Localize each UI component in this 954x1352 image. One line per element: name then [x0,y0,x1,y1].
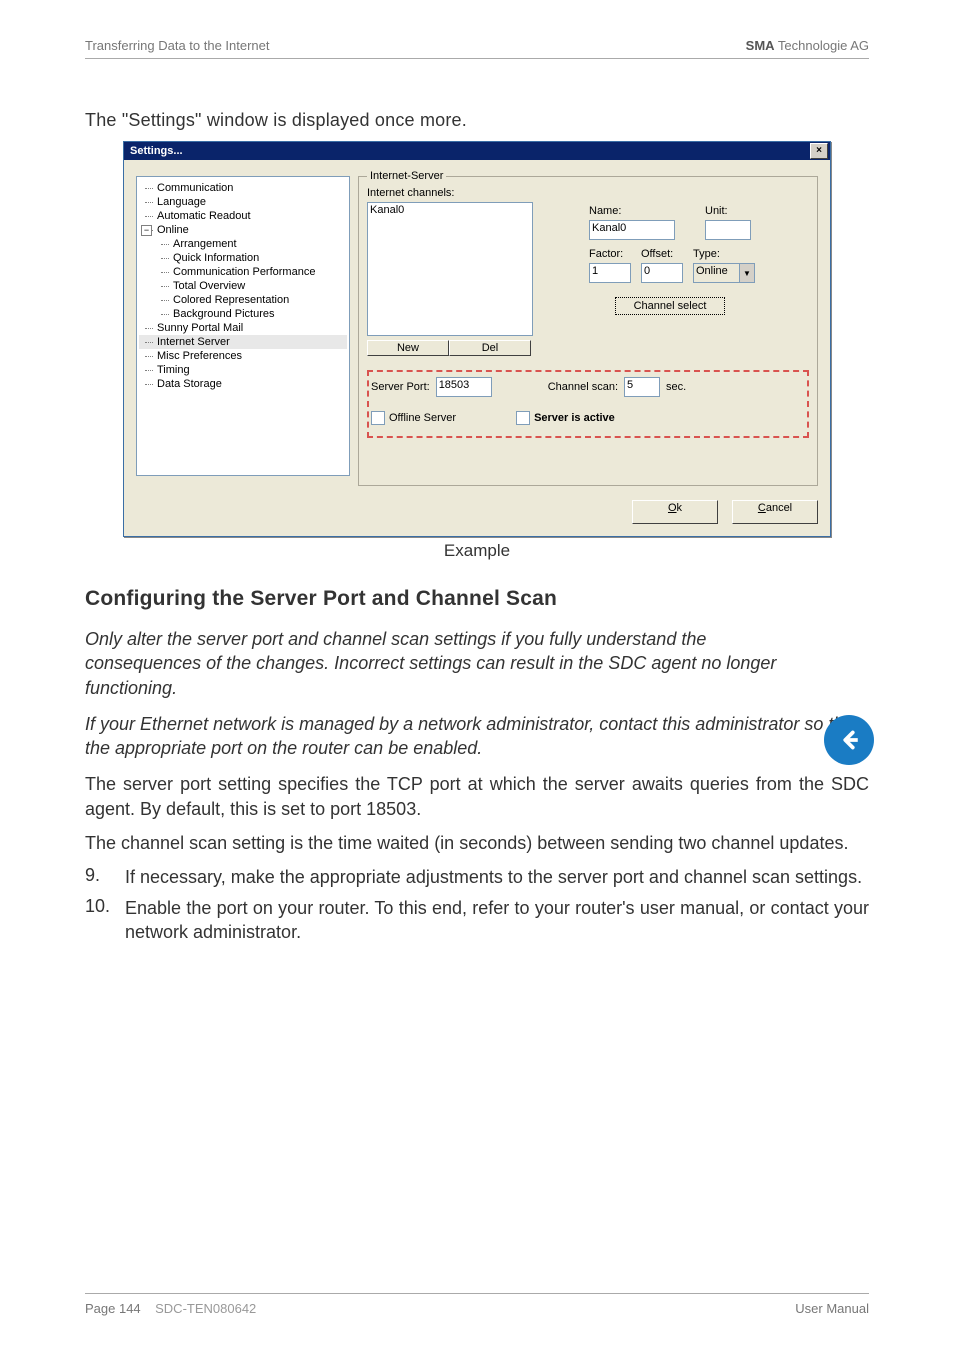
channel-item[interactable]: Kanal0 [370,204,530,216]
factor-label: Factor: [589,248,631,260]
settings-dialog: Settings... × Communication Language Aut… [123,141,831,537]
step-10: 10. Enable the port on your router. To t… [85,896,869,945]
tree-item-quick-information[interactable]: Quick Information [139,251,347,265]
cancel-button[interactable]: Cancel [732,500,818,524]
warning-note-2: If your Ethernet network is managed by a… [85,712,869,761]
tree-item-communication[interactable]: Communication [139,181,347,195]
tree-item-online[interactable]: Online [139,223,347,237]
tree-item-communication-performance[interactable]: Communication Performance [139,265,347,279]
ok-button[interactable]: Ok [632,500,718,524]
channel-select-button[interactable]: Channel select [615,297,725,315]
footer-left: Page 144 SDC-TEN080642 [85,1301,256,1316]
channels-label: Internet channels: [367,187,533,199]
del-button[interactable]: Del [449,340,531,356]
new-button[interactable]: New [367,340,449,356]
footer-right: User Manual [795,1301,869,1316]
tree-item-timing[interactable]: Timing [139,363,347,377]
factor-field[interactable]: 1 [589,263,631,283]
type-select[interactable]: Online ▼ [693,263,755,283]
internet-server-group: Internet-Server Internet channels: Kanal… [358,176,818,486]
unit-field[interactable] [705,220,751,240]
channel-scan-field[interactable]: 5 [624,377,660,397]
name-label: Name: [589,205,675,217]
unit-label: Unit: [705,205,751,217]
tree-item-internet-server[interactable]: Internet Server [139,335,347,349]
channels-listbox[interactable]: Kanal0 [367,202,533,336]
server-port-field[interactable]: 18503 [436,377,492,397]
tree-item-misc-preferences[interactable]: Misc Preferences [139,349,347,363]
settings-tree[interactable]: Communication Language Automatic Readout… [136,176,350,476]
steps-list: 9. If necessary, make the appropriate ad… [85,865,869,944]
header-left: Transferring Data to the Internet [85,38,270,53]
tree-item-automatic-readout[interactable]: Automatic Readout [139,209,347,223]
checkbox-box[interactable] [371,411,385,425]
tree-item-background-pictures[interactable]: Background Pictures [139,307,347,321]
dialog-titlebar[interactable]: Settings... × [124,142,830,160]
section-heading: Configuring the Server Port and Channel … [85,587,869,611]
offset-label: Offset: [641,248,683,260]
back-icon [824,715,874,765]
tree-item-data-storage[interactable]: Data Storage [139,377,347,391]
sec-label: sec. [666,381,686,393]
header-right: SMA Technologie AG [746,38,869,53]
group-legend: Internet-Server [367,170,446,182]
footer-rule [85,1293,869,1294]
server-port-label: Server Port: [371,381,430,393]
tree-item-total-overview[interactable]: Total Overview [139,279,347,293]
type-label: Type: [693,248,755,260]
channel-scan-label: Channel scan: [548,381,618,393]
tree-item-colored-representation[interactable]: Colored Representation [139,293,347,307]
intro-text: The "Settings" window is displayed once … [85,110,869,131]
chevron-down-icon[interactable]: ▼ [739,264,754,282]
header-rule [85,58,869,59]
tree-item-arrangement[interactable]: Arrangement [139,237,347,251]
paragraph-port: The server port setting specifies the TC… [85,772,869,821]
server-active-checkbox[interactable]: Server is active [516,411,615,425]
close-icon[interactable]: × [810,143,828,159]
step-9: 9. If necessary, make the appropriate ad… [85,865,869,889]
offline-server-checkbox[interactable]: Offline Server [371,411,456,425]
tree-item-language[interactable]: Language [139,195,347,209]
name-field[interactable]: Kanal0 [589,220,675,240]
offset-field[interactable]: 0 [641,263,683,283]
expander-icon[interactable] [141,225,152,236]
dialog-title: Settings... [130,145,183,157]
checkbox-box[interactable] [516,411,530,425]
figure-caption: Example [85,541,869,561]
paragraph-scan: The channel scan setting is the time wai… [85,831,869,855]
tree-item-sunny-portal-mail[interactable]: Sunny Portal Mail [139,321,347,335]
warning-note-1: Only alter the server port and channel s… [85,627,869,700]
